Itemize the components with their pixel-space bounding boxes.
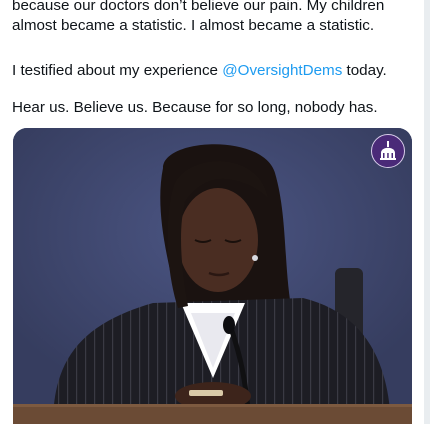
scrollbar-track[interactable] bbox=[424, 0, 430, 424]
tweet-text-segment: today. bbox=[342, 62, 387, 79]
capitol-dome-icon bbox=[371, 134, 405, 168]
tweet-line: almost became a statistic. I almost beca… bbox=[12, 17, 375, 34]
tweet-text-segment: I testified about my experience bbox=[12, 62, 223, 79]
tweet-line: because our doctors don’t believe our pa… bbox=[12, 0, 385, 14]
tweet-line: Hear us. Believe us. Because for so long… bbox=[12, 99, 378, 116]
tweet-paragraph-3: Hear us. Believe us. Because for so long… bbox=[12, 98, 378, 118]
tweet-media-image[interactable] bbox=[13, 128, 412, 424]
tweet-paragraph-2: I testified about my experience @Oversig… bbox=[12, 61, 387, 81]
mention-link[interactable]: @OversightDems bbox=[222, 62, 342, 79]
tweet-line: I testified about my experience @Oversig… bbox=[12, 61, 387, 81]
testimony-photo bbox=[13, 128, 412, 424]
tweet-paragraph-1: because our doctors don’t believe our pa… bbox=[12, 0, 384, 36]
